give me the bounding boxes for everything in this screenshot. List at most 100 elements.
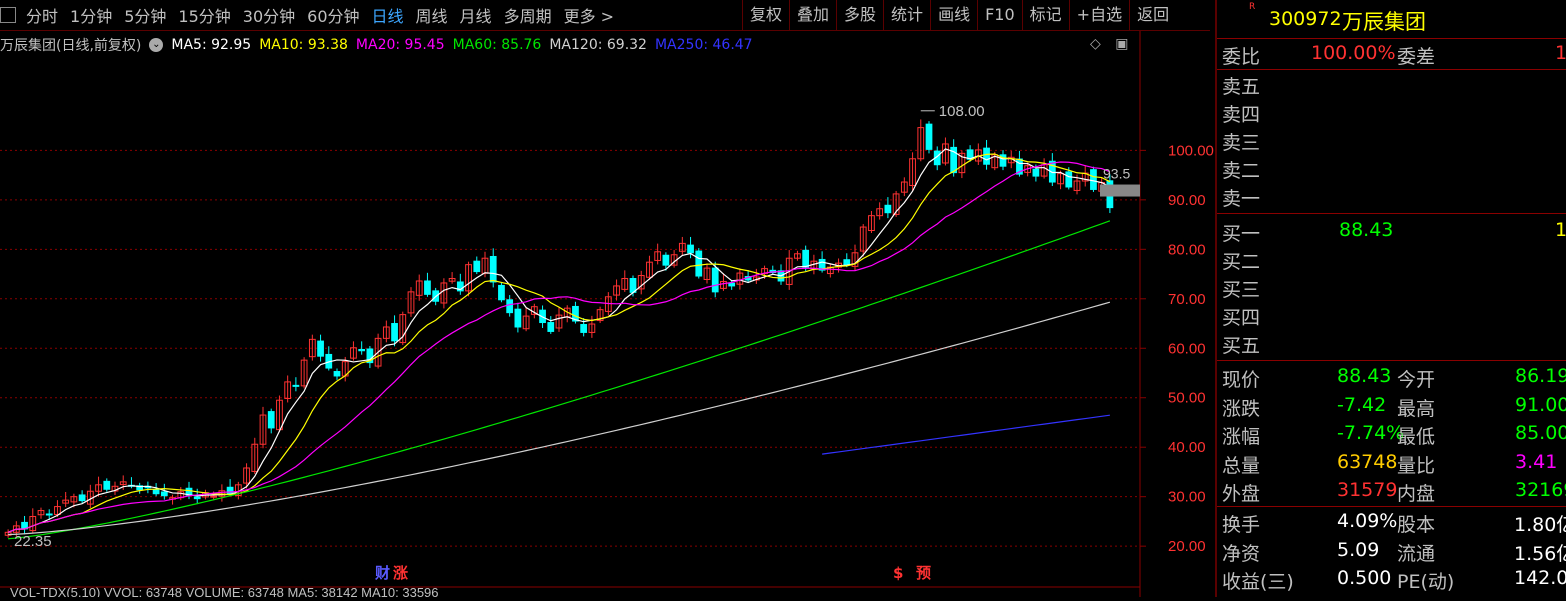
buy-level-label: 买一 bbox=[1222, 223, 1261, 245]
tab-1[interactable]: 1分钟 bbox=[64, 3, 118, 27]
y-tick-label: 70.00 bbox=[1168, 291, 1206, 308]
fund-label: 股本 bbox=[1397, 514, 1436, 536]
toggle-box-icon[interactable] bbox=[0, 7, 16, 23]
event-marker[interactable]: 财 bbox=[375, 564, 390, 582]
candle-body bbox=[103, 480, 111, 490]
candle-body bbox=[1065, 171, 1073, 188]
fund-value: 1.80亿 bbox=[1514, 514, 1566, 536]
price-cursor-band bbox=[1100, 184, 1140, 197]
weicha-label: 委差 bbox=[1397, 46, 1436, 68]
toolbar-button-8[interactable]: 返回 bbox=[1129, 0, 1176, 30]
kline-chart-canvas[interactable]: 100.00 90.00 80.00 70.00 60.00 50.00 40.00 30.0… bbox=[0, 31, 1215, 600]
tab-3[interactable]: 15分钟 bbox=[172, 3, 236, 27]
sell-level-4: 卖四 bbox=[1222, 104, 1261, 126]
stat-value: 91.00 bbox=[1515, 393, 1566, 416]
ma120-label: MA120: 69.32 bbox=[549, 37, 647, 53]
y-tick-label: 50.00 bbox=[1168, 390, 1206, 407]
ma10-label: MA10: 93.38 bbox=[259, 37, 348, 53]
stat-label: 涨跌 bbox=[1222, 397, 1261, 420]
stat-label: 量比 bbox=[1397, 454, 1436, 477]
candle-body bbox=[1032, 168, 1040, 177]
candle-body bbox=[1090, 169, 1097, 190]
fund-value: 142.0 bbox=[1514, 567, 1566, 589]
stat-label: 外盘 bbox=[1222, 483, 1261, 505]
toolbar-button-4[interactable]: 画线 bbox=[930, 0, 977, 30]
window-icon[interactable]: ▣ bbox=[1115, 36, 1128, 52]
tab-0[interactable]: 分时 bbox=[20, 3, 64, 27]
toolbar-button-1[interactable]: 叠加 bbox=[789, 0, 836, 30]
candle-body bbox=[506, 299, 514, 314]
ma120-line bbox=[8, 301, 1111, 536]
stat-label: 总量 bbox=[1222, 454, 1261, 477]
candle-body bbox=[802, 249, 810, 268]
volume-caption: VOL-TDX(5,10) VVOL: 63748 VOLUME: 63748 … bbox=[10, 585, 439, 597]
candle-body bbox=[695, 250, 703, 277]
candle-body bbox=[687, 244, 694, 254]
candle-body bbox=[498, 284, 505, 301]
fund-label: 收益(三) bbox=[1222, 571, 1294, 593]
ma250-label: MA250: 46.47 bbox=[654, 37, 753, 53]
ma10-line bbox=[7, 153, 1111, 533]
candle-body bbox=[292, 384, 300, 387]
tab-6[interactable]: 日线 bbox=[366, 3, 410, 27]
ma-legend: 万辰集团(日线,前复权) ⌄ MA5: 92.95 MA10: 93.38 MA… bbox=[0, 35, 753, 55]
stat-value: 86.19 bbox=[1515, 365, 1566, 387]
sell-level-3: 卖三 bbox=[1222, 132, 1261, 154]
tab-9[interactable]: 多周期 bbox=[498, 3, 558, 27]
stat-value: 3.41 bbox=[1515, 450, 1558, 473]
event-marker[interactable]: 涨 bbox=[393, 564, 408, 582]
ma5-label: MA5: 92.95 bbox=[171, 37, 252, 53]
tab-10[interactable]: 更多 > bbox=[558, 3, 621, 27]
weibi-label: 委比 bbox=[1222, 46, 1261, 68]
fund-label: 换手 bbox=[1222, 514, 1261, 536]
weicha-value: 1 bbox=[1555, 42, 1566, 64]
event-marker[interactable]: 预 bbox=[916, 564, 931, 582]
fund-value: 1.56亿 bbox=[1514, 542, 1566, 565]
ma5-line bbox=[7, 148, 1111, 533]
period-tabs: 分时 1分钟 5分钟 15分钟 30分钟 60分钟 日线 周线 月线 多周期 更多 > bbox=[0, 3, 620, 27]
candle-body bbox=[358, 349, 366, 352]
quote-panel: R 300972 万辰集团 委比 100.00% 委差 1 卖五 卖四 卖三 卖二 卖一… bbox=[1215, 0, 1566, 597]
tab-2[interactable]: 5分钟 bbox=[118, 3, 172, 27]
sell-level-1: 卖一 bbox=[1222, 188, 1261, 210]
candle-body bbox=[45, 513, 53, 516]
tab-8[interactable]: 月线 bbox=[454, 3, 498, 27]
buy-level-label: 买二 bbox=[1222, 251, 1261, 273]
candle-body bbox=[580, 324, 588, 333]
candle-body bbox=[843, 259, 851, 266]
candle-body bbox=[317, 340, 324, 357]
stat-label: 涨幅 bbox=[1222, 426, 1261, 448]
candle-body bbox=[983, 147, 990, 165]
buy-level-label: 买三 bbox=[1222, 279, 1261, 301]
stat-value: 32169 bbox=[1515, 479, 1566, 501]
ma60-line bbox=[8, 220, 1111, 540]
toolbar-button-0[interactable]: 复权 bbox=[742, 0, 789, 30]
toolbar-button-2[interactable]: 多股 bbox=[836, 0, 883, 30]
buy-level-label: 买四 bbox=[1222, 307, 1261, 329]
event-marker[interactable]: $ bbox=[893, 564, 903, 582]
toolbar-button-6[interactable]: 标记 bbox=[1021, 0, 1069, 30]
stat-value: -7.42 bbox=[1337, 393, 1387, 416]
y-tick-label: 90.00 bbox=[1168, 192, 1206, 209]
stat-label: 现价 bbox=[1222, 369, 1261, 391]
toolbar-button-7[interactable]: +自选 bbox=[1068, 0, 1129, 30]
high-price-label: 108.00 bbox=[939, 103, 985, 120]
diamond-icon[interactable]: ◇ bbox=[1090, 36, 1101, 52]
tab-4[interactable]: 30分钟 bbox=[237, 3, 301, 27]
tab-5[interactable]: 60分钟 bbox=[301, 3, 365, 27]
candle-body bbox=[711, 267, 719, 293]
candle-body bbox=[424, 280, 431, 295]
kline-chart[interactable]: 100.00 90.00 80.00 70.00 60.00 50.00 40.00 30.0… bbox=[0, 31, 1214, 600]
candle-body bbox=[391, 323, 398, 342]
candle-body bbox=[210, 495, 218, 498]
tab-7[interactable]: 周线 bbox=[410, 3, 454, 27]
toolbar-button-5[interactable]: F10 bbox=[977, 0, 1022, 30]
stat-label: 最高 bbox=[1397, 397, 1436, 420]
candle-body bbox=[226, 486, 234, 495]
toolbar-button-3[interactable]: 统计 bbox=[883, 0, 930, 30]
chevron-down-icon[interactable]: ⌄ bbox=[149, 38, 164, 52]
ma20-line bbox=[7, 161, 1111, 533]
candle-body bbox=[728, 282, 736, 287]
candle-body bbox=[547, 322, 555, 332]
stat-value: -7.74% bbox=[1337, 422, 1405, 444]
